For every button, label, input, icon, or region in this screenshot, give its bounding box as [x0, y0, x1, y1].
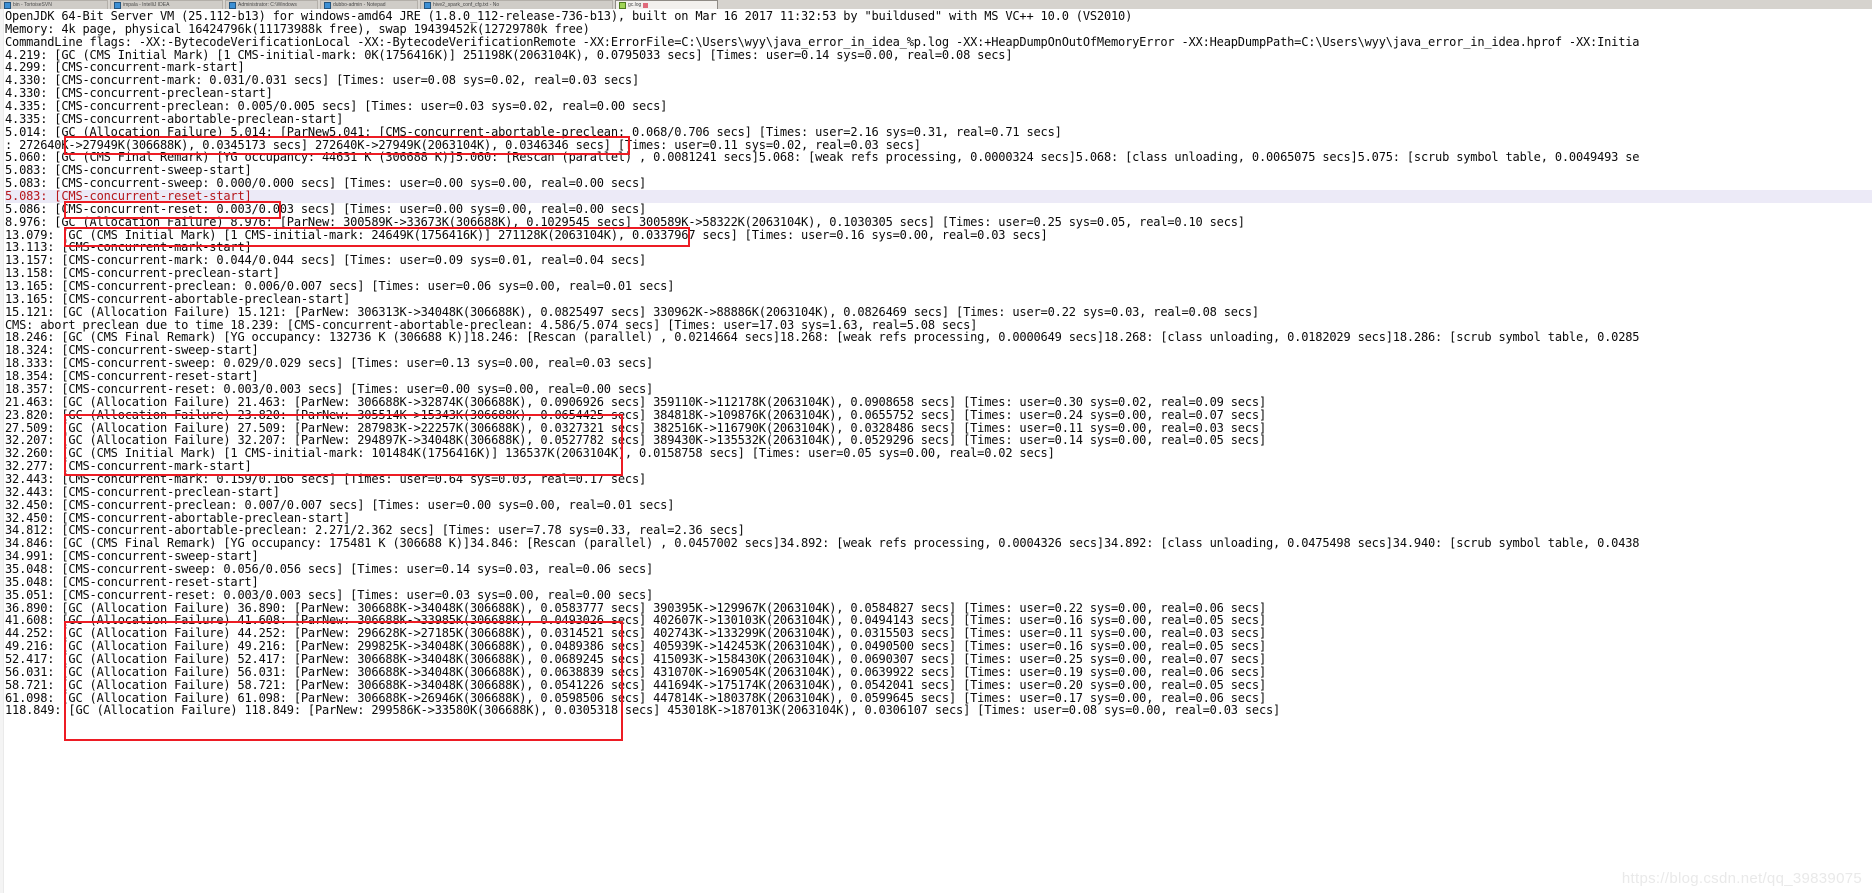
log-line: 8.976: [GC (Allocation Failure) 8.976: [… — [5, 214, 1245, 229]
taskbar-item-0[interactable]: bin - TortoiseSVN — [0, 0, 108, 9]
taskbar-app-icon — [114, 1, 121, 9]
log-line: 32.443: [CMS-concurrent-mark: 0.159/0.16… — [5, 471, 647, 486]
log-line: 34.846: [GC (CMS Final Remark) [YG occup… — [5, 536, 1640, 551]
log-line: 4.335: [CMS-concurrent-abortable-preclea… — [5, 111, 344, 126]
log-line: 32.260: [GC (CMS Initial Mark) [1 CMS-in… — [5, 446, 1055, 461]
taskbar-item-2[interactable]: Administrator: C:\Windows — [225, 0, 318, 9]
taskbar-app-icon — [424, 1, 431, 9]
log-line: 18.333: [CMS-concurrent-sweep: 0.029/0.0… — [5, 356, 654, 371]
log-line: 118.849: [GC (Allocation Failure) 118.84… — [5, 703, 1281, 718]
log-lines-container: OpenJDK 64-Bit Server VM (25.112-b13) fo… — [5, 10, 1872, 717]
log-line: 13.079: [GC (CMS Initial Mark) [1 CMS-in… — [5, 227, 1048, 242]
log-line: 35.048: [CMS-concurrent-reset-start] — [5, 574, 259, 589]
editor-gutter — [0, 9, 4, 893]
taskbar-item-label: hive2_spark_conf_cfg.txt - No — [433, 2, 500, 8]
log-line: 18.357: [CMS-concurrent-reset: 0.003/0.0… — [5, 381, 654, 396]
taskbar-app-icon — [229, 1, 236, 9]
taskbar-close-icon[interactable] — [643, 2, 649, 8]
taskbar-item-label: gc.log — [628, 2, 642, 8]
log-line: 52.417: [GC (Allocation Failure) 52.417:… — [5, 651, 1266, 666]
log-line: 32.450: [CMS-concurrent-preclean: 0.007/… — [5, 497, 675, 512]
log-line: 4.330: [CMS-concurrent-mark: 0.031/0.031… — [5, 73, 640, 88]
taskbar-app-icon — [324, 1, 331, 9]
taskbar-item-label: impala - IntelliJ IDEA — [123, 2, 170, 8]
log-line: 5.083: [CMS-concurrent-reset-start] — [5, 190, 1872, 203]
taskbar-app-icon — [619, 1, 626, 9]
log-line: 58.721: [GC (Allocation Failure) 58.721:… — [5, 677, 1266, 692]
log-line: 5.060: [GC (CMS Final Remark) [YG occupa… — [5, 150, 1640, 165]
log-line: 35.048: [CMS-concurrent-sweep: 0.056/0.0… — [5, 561, 654, 576]
log-line: 5.086: [CMS-concurrent-reset: 0.003/0.00… — [5, 201, 647, 216]
log-line: 18.246: [GC (CMS Final Remark) [YG occup… — [5, 330, 1640, 345]
log-line: OpenJDK 64-Bit Server VM (25.112-b13) fo… — [5, 9, 1133, 23]
log-line: 18.354: [CMS-concurrent-reset-start] — [5, 369, 259, 384]
log-line: 56.031: [GC (Allocation Failure) 56.031:… — [5, 664, 1266, 679]
log-line: 5.083: [CMS-concurrent-sweep: 0.000/0.00… — [5, 176, 647, 191]
log-line: 15.121: [GC (Allocation Failure) 15.121:… — [5, 304, 1259, 319]
log-line: 35.051: [CMS-concurrent-reset: 0.003/0.0… — [5, 587, 654, 602]
log-line: 23.820: [GC (Allocation Failure) 23.820:… — [5, 407, 1266, 422]
log-line: 32.443: [CMS-concurrent-preclean-start] — [5, 484, 280, 499]
taskbar-app-icon — [4, 1, 11, 9]
log-line: CommandLine flags: -XX:-BytecodeVerifica… — [5, 34, 1640, 49]
log-line: 4.219: [GC (CMS Initial Mark) [1 CMS-ini… — [5, 47, 1013, 62]
log-line: 13.165: [CMS-concurrent-preclean: 0.006/… — [5, 279, 675, 294]
taskbar-item-label: dubbo-admin - Notepad — [333, 2, 386, 8]
watermark-text: https://blog.csdn.net/qq_39839075 — [1621, 870, 1862, 887]
log-line: 21.463: [GC (Allocation Failure) 21.463:… — [5, 394, 1266, 409]
log-line: 32.277: [CMS-concurrent-mark-start] — [5, 459, 252, 474]
taskbar-item-label: Administrator: C:\Windows — [238, 2, 297, 8]
log-line: Memory: 4k page, physical 16424796k(1117… — [5, 21, 590, 36]
taskbar-item-5[interactable]: gc.log — [615, 0, 718, 9]
log-viewer-pane[interactable]: OpenJDK 64-Bit Server VM (25.112-b13) fo… — [0, 9, 1872, 893]
taskbar-item-4[interactable]: hive2_spark_conf_cfg.txt - No — [420, 0, 613, 9]
log-line: 5.014: [GC (Allocation Failure) 5.014: [… — [5, 124, 1062, 139]
log-line: 13.165: [CMS-concurrent-abortable-precle… — [5, 291, 351, 306]
taskbar-item-3[interactable]: dubbo-admin - Notepad — [320, 0, 418, 9]
taskbar-item-label: bin - TortoiseSVN — [13, 2, 52, 8]
taskbar-item-1[interactable]: impala - IntelliJ IDEA — [110, 0, 223, 9]
log-line: 4.335: [CMS-concurrent-preclean: 0.005/0… — [5, 99, 668, 114]
log-line: 13.157: [CMS-concurrent-mark: 0.044/0.04… — [5, 253, 647, 268]
